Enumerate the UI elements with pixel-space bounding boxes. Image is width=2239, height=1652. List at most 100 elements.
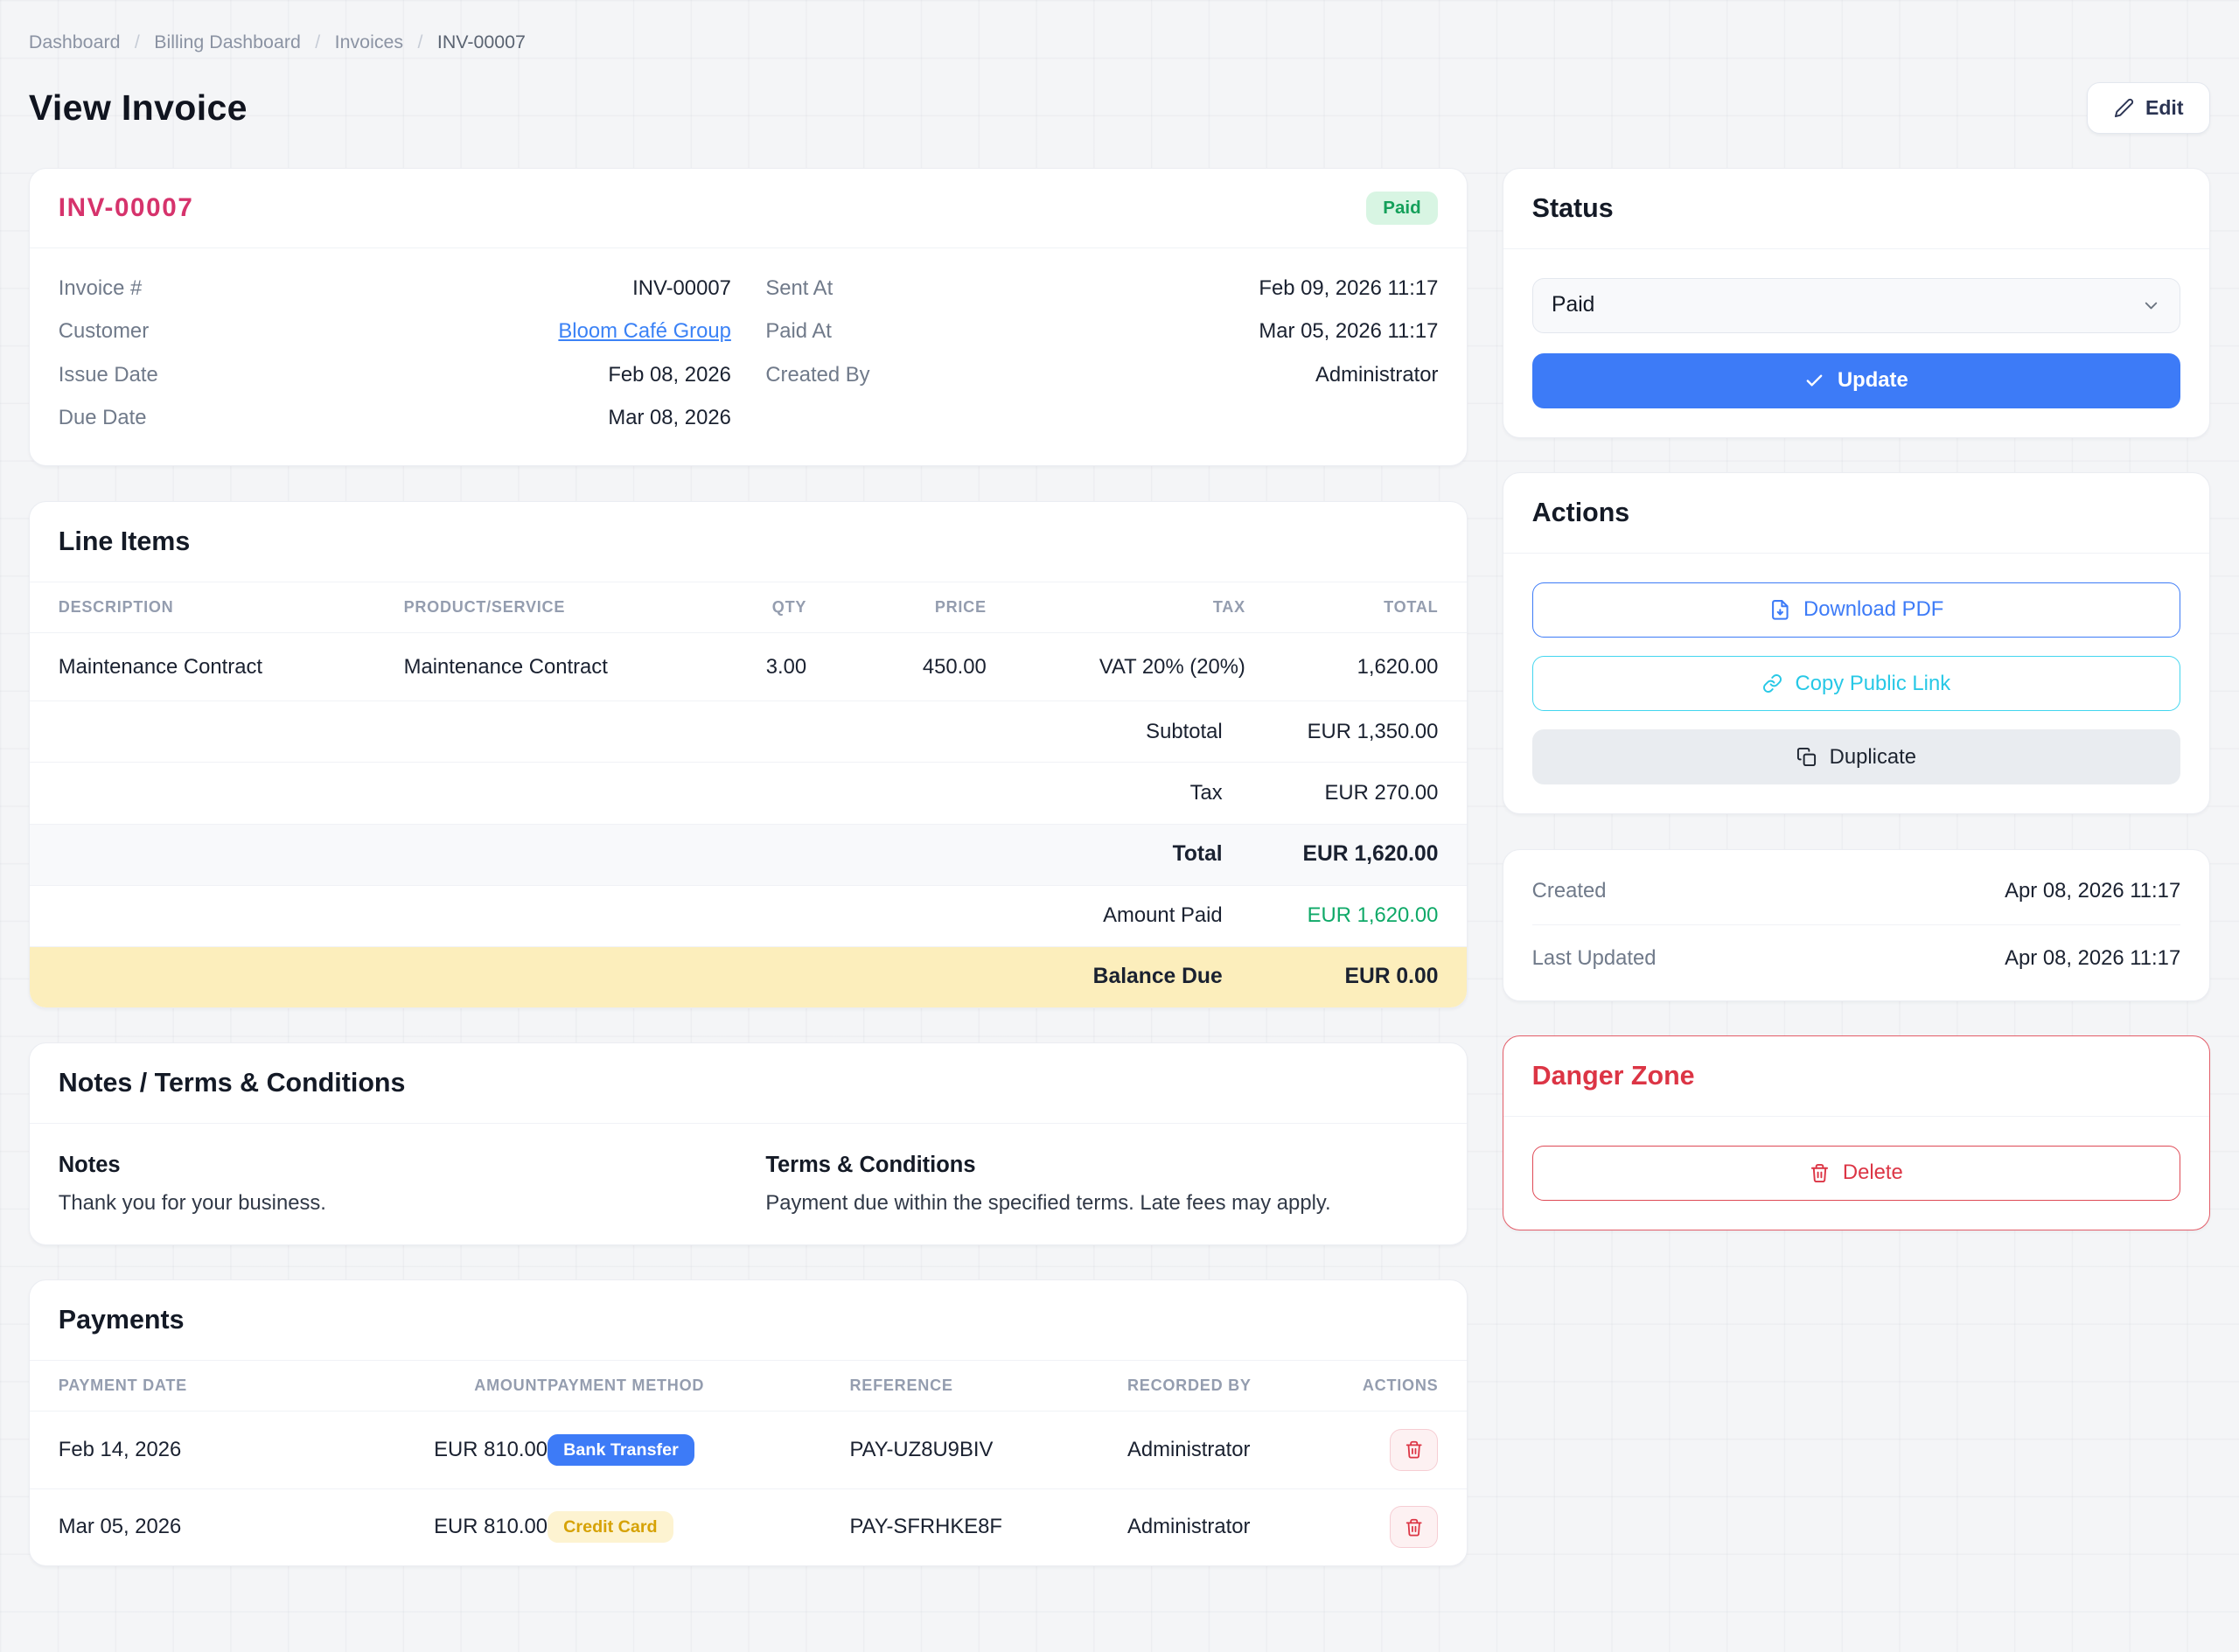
page-title: View Invoice — [29, 87, 248, 129]
field-label: Invoice # — [59, 276, 142, 301]
customer-link[interactable]: Bloom Café Group — [558, 319, 730, 344]
side-column: Status Paid Update — [1503, 168, 2210, 1230]
download-pdf-button[interactable]: Download PDF — [1532, 582, 2181, 638]
invoice-field-row: Sent At Feb 09, 2026 11:17 — [765, 267, 1438, 310]
payment-method-badge: Bank Transfer — [548, 1434, 694, 1466]
invoice-summary-card: INV-00007 Paid Invoice # INV-00007 — [29, 168, 1468, 466]
payment-amount: EUR 810.00 — [411, 1438, 548, 1462]
status-title: Status — [1532, 193, 2181, 224]
invoice-field-row: Created By Administrator — [765, 353, 1438, 396]
meta-row: Created Apr 08, 2026 11:17 — [1532, 858, 2181, 924]
payment-row: Feb 14, 2026 EUR 810.00 Bank Transfer PA… — [30, 1412, 1467, 1488]
summary-label: Balance Due — [1093, 965, 1223, 989]
column-header: Reference — [850, 1377, 1127, 1395]
breadcrumb-item[interactable]: Billing Dashboard — [120, 31, 300, 53]
column-header: Actions — [1323, 1377, 1439, 1395]
payment-reference: PAY-SFRHKE8F — [850, 1515, 1127, 1539]
summary-label: Total — [1173, 842, 1223, 867]
column-header: Price — [806, 598, 987, 617]
field-label: Issue Date — [59, 363, 158, 387]
line-items-card: Line Items DescriptionProduct/ServiceQty… — [29, 501, 1468, 1008]
delete-invoice-button[interactable]: Delete — [1532, 1146, 2181, 1201]
link-icon — [1762, 673, 1782, 694]
invoice-details: Invoice # INV-00007 Customer Bloom Café … — [30, 248, 1467, 465]
status-body: Paid Update — [1503, 249, 2209, 437]
invoice-field-row: Paid At Mar 05, 2026 11:17 — [765, 310, 1438, 353]
payment-date: Mar 05, 2026 — [59, 1515, 411, 1539]
delete-payment-button[interactable] — [1390, 1506, 1439, 1548]
column-header: Tax — [987, 598, 1245, 617]
line-items-titlebar: Line Items — [30, 502, 1467, 582]
meta-label: Last Updated — [1532, 946, 1657, 971]
status-select[interactable]: Paid — [1532, 278, 2181, 333]
pencil-icon — [2114, 98, 2134, 118]
invoice-field-row: Customer Bloom Café Group — [59, 310, 731, 353]
danger-zone-body: Delete — [1503, 1117, 2209, 1230]
duplicate-label: Duplicate — [1830, 745, 1916, 770]
breadcrumb: DashboardBilling DashboardInvoicesINV-00… — [29, 31, 2210, 53]
update-button[interactable]: Update — [1532, 353, 2181, 408]
invoice-field-row: Due Date Mar 08, 2026 — [59, 396, 731, 439]
invoice-status-badge: Paid — [1366, 192, 1439, 224]
field-label: Sent At — [765, 276, 833, 301]
breadcrumb-item[interactable]: Invoices — [301, 31, 403, 53]
column-header: Recorded By — [1127, 1377, 1323, 1395]
column-header: Description — [59, 598, 404, 617]
copy-public-link-button[interactable]: Copy Public Link — [1532, 656, 2181, 711]
notes-titlebar: Notes / Terms & Conditions — [30, 1043, 1467, 1124]
invoice-field-row: Issue Date Feb 08, 2026 — [59, 353, 731, 396]
notes-label: Notes — [59, 1153, 731, 1178]
column-header: Payment Method — [548, 1377, 849, 1395]
edit-button-label: Edit — [2145, 96, 2183, 120]
field-label: Paid At — [765, 319, 832, 344]
terms-label: Terms & Conditions — [765, 1153, 1438, 1178]
meta-row: Last Updated Apr 08, 2026 11:17 — [1532, 924, 2181, 992]
actions-card: Actions Download PDF Copy Public Link — [1503, 472, 2210, 814]
payment-method: Credit Card — [548, 1511, 849, 1543]
check-icon — [1804, 371, 1824, 391]
duplicate-button[interactable]: Duplicate — [1532, 729, 2181, 784]
line-item-tax: VAT 20% (20%) — [987, 655, 1245, 680]
update-button-label: Update — [1838, 368, 1908, 393]
summary-row: Subtotal EUR 1,350.00 — [30, 701, 1467, 763]
payment-row: Mar 05, 2026 EUR 810.00 Credit Card PAY-… — [30, 1489, 1467, 1565]
summary-value: EUR 1,350.00 — [1223, 720, 1439, 744]
invoice-field-row: Invoice # INV-00007 — [59, 267, 731, 310]
actions-titlebar: Actions — [1503, 473, 2209, 554]
invoice-number: INV-00007 — [59, 193, 194, 223]
status-card: Status Paid Update — [1503, 168, 2210, 437]
meta-value: Apr 08, 2026 11:17 — [2005, 946, 2180, 971]
notes-card: Notes / Terms & Conditions Notes Thank y… — [29, 1042, 1468, 1244]
delete-invoice-label: Delete — [1843, 1161, 1903, 1185]
summary-row: Tax EUR 270.00 — [30, 763, 1467, 824]
payments-body: Feb 14, 2026 EUR 810.00 Bank Transfer PA… — [30, 1412, 1467, 1565]
breadcrumb-item[interactable]: INV-00007 — [403, 31, 526, 53]
main-column: INV-00007 Paid Invoice # INV-00007 — [29, 168, 1468, 1566]
column-header: Payment Date — [59, 1377, 411, 1395]
meta-card: Created Apr 08, 2026 11:17 Last Updated … — [1503, 849, 2210, 1001]
actions-title: Actions — [1532, 498, 2181, 528]
danger-zone-titlebar: Danger Zone — [1503, 1036, 2209, 1117]
line-items-summary: Subtotal EUR 1,350.00 Tax EUR 270.00 Tot… — [30, 701, 1467, 1007]
copy-icon — [1796, 747, 1817, 767]
summary-row: Total EUR 1,620.00 — [30, 825, 1467, 886]
summary-value: EUR 0.00 — [1223, 965, 1439, 989]
content-layout: INV-00007 Paid Invoice # INV-00007 — [29, 168, 2210, 1566]
notes-card-title: Notes / Terms & Conditions — [59, 1068, 1439, 1098]
breadcrumb-item[interactable]: Dashboard — [29, 31, 121, 53]
column-header: Total — [1245, 598, 1439, 617]
payment-date: Feb 14, 2026 — [59, 1438, 411, 1462]
edit-button[interactable]: Edit — [2087, 82, 2210, 134]
line-items-header: DescriptionProduct/ServiceQtyPriceTaxTot… — [30, 582, 1467, 633]
invoice-fields-right: Sent At Feb 09, 2026 11:17 Paid At Mar 0… — [765, 267, 1438, 440]
line-item-row: Maintenance Contract Maintenance Contrac… — [30, 633, 1467, 701]
status-titlebar: Status — [1503, 169, 2209, 249]
column-header: Qty — [706, 598, 806, 617]
payment-recorded-by: Administrator — [1127, 1515, 1323, 1539]
field-value: Mar 05, 2026 11:17 — [1259, 319, 1438, 344]
payments-titlebar: Payments — [30, 1280, 1467, 1361]
payment-reference: PAY-UZ8U9BIV — [850, 1438, 1127, 1462]
payment-amount: EUR 810.00 — [411, 1515, 548, 1539]
delete-payment-button[interactable] — [1390, 1429, 1439, 1471]
summary-value: EUR 1,620.00 — [1223, 903, 1439, 928]
